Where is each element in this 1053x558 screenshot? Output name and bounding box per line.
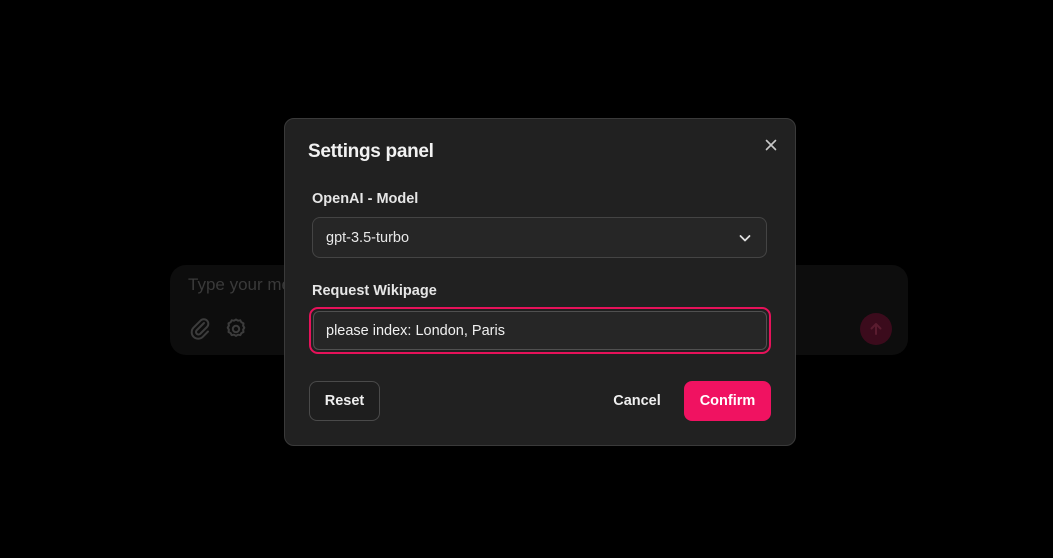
cancel-button[interactable]: Cancel <box>603 381 671 421</box>
page: Type your me Settings panel OpenAI - Mod… <box>0 0 1053 558</box>
confirm-button[interactable]: Confirm <box>684 381 771 421</box>
send-button[interactable] <box>860 313 892 345</box>
model-select-value: gpt-3.5-turbo <box>326 229 410 246</box>
paperclip-icon[interactable] <box>188 317 212 341</box>
model-select[interactable]: gpt-3.5-turbo <box>312 217 767 258</box>
model-label: OpenAI - Model <box>312 191 419 207</box>
wikipage-input-focus-ring <box>309 307 771 354</box>
chevron-down-icon <box>737 230 753 246</box>
close-icon <box>765 139 777 151</box>
wikipage-input[interactable] <box>313 311 767 350</box>
settings-modal: Settings panel OpenAI - Model gpt-3.5-tu… <box>284 118 796 446</box>
composer-placeholder: Type your me <box>188 275 291 294</box>
arrow-up-icon <box>870 323 882 335</box>
wikipage-label: Request Wikipage <box>312 283 437 299</box>
close-button[interactable] <box>761 135 781 155</box>
modal-title: Settings panel <box>308 141 434 162</box>
reset-button[interactable]: Reset <box>309 381 380 421</box>
gear-icon[interactable] <box>224 317 248 341</box>
